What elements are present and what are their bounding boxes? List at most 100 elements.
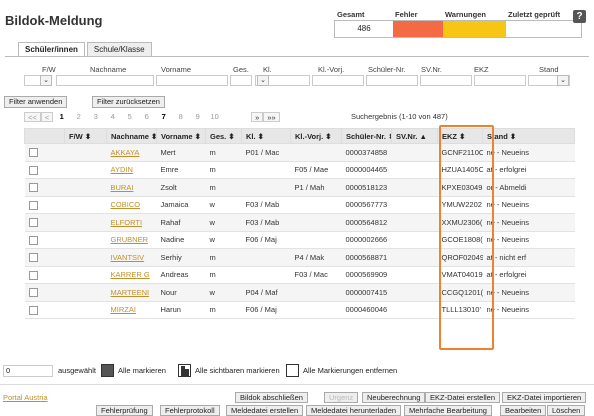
cell-select[interactable] xyxy=(24,161,65,179)
table-row[interactable]: GRUBNER Nadine w F06 / Maj 0000002666 GCOE180… xyxy=(24,231,575,249)
ekz-datei-importieren-button[interactable]: EKZ-Datei importieren xyxy=(502,392,587,403)
row-checkbox[interactable] xyxy=(28,305,38,315)
neuberechnung-button[interactable]: Neuberechnung xyxy=(362,392,426,403)
fehlerpruefung-button[interactable]: Fehlerprüfung xyxy=(96,405,153,416)
ekz-datei-erstellen-button[interactable]: EKZ-Datei erstellen xyxy=(425,392,501,403)
mark-visible-link[interactable]: Alle sichtbaren markieren xyxy=(195,366,280,375)
pager-page-9[interactable]: 9 xyxy=(189,112,206,121)
pager-page-5[interactable]: 5 xyxy=(121,112,138,121)
filter-sv-nr-input[interactable] xyxy=(420,75,472,86)
reset-filter-button[interactable]: Filter zurücksetzen xyxy=(92,96,165,108)
loeschen-button[interactable]: Löschen xyxy=(547,405,586,416)
filter-kl-vorj-input[interactable] xyxy=(312,75,364,86)
pager-last-button[interactable]: »» xyxy=(263,111,280,122)
cell-select[interactable] xyxy=(24,301,65,319)
apply-filter-button[interactable]: Filter anwenden xyxy=(4,96,68,108)
table-row[interactable]: AYDIN Emre m F05 / Mae 0000004465 HZUA1405C at… xyxy=(24,161,575,179)
row-checkbox[interactable] xyxy=(28,165,38,175)
remove-marks-icon[interactable] xyxy=(286,364,299,377)
row-checkbox[interactable] xyxy=(28,183,38,192)
pager-page-1[interactable]: 1 xyxy=(53,112,70,121)
table-row[interactable]: COBICO Jamaica w F03 / Mab 0000567773 YMUW220… xyxy=(24,196,575,214)
col-header-fw[interactable]: F/W ⬍ xyxy=(64,128,107,144)
help-icon[interactable]: ? xyxy=(573,10,586,23)
pager-first-button[interactable]: << xyxy=(24,111,41,122)
filter-ekz-input[interactable] xyxy=(474,75,526,86)
pager-page-2[interactable]: 2 xyxy=(70,112,87,121)
col-header-vorname[interactable]: Vorname ⬍ xyxy=(156,128,206,144)
table-row[interactable]: AKKAYA Mert m P01 / Mac 0000374858 GCNF2110C n… xyxy=(24,143,575,162)
pager-page-10[interactable]: 10 xyxy=(206,112,223,121)
cell-select[interactable] xyxy=(24,248,65,267)
row-checkbox[interactable] xyxy=(28,218,38,227)
fehlerprotokoll-button[interactable]: Fehlerprotokoll xyxy=(160,405,220,416)
pager-page-6[interactable]: 6 xyxy=(138,112,155,121)
student-name-link[interactable]: GRUBNER xyxy=(111,235,149,244)
col-header-kl[interactable]: Kl. ⬍ xyxy=(241,128,291,144)
student-name-link[interactable]: ELFORTI xyxy=(111,218,143,227)
col-header-kl-vorj[interactable]: Kl.-Vorj. ⬍ xyxy=(290,128,342,144)
filter-nachname-input[interactable] xyxy=(56,75,154,86)
col-header-stand[interactable]: Stand ⬍ xyxy=(482,128,575,144)
student-name-link[interactable]: COBICO xyxy=(111,200,141,209)
pager-page-4[interactable]: 4 xyxy=(104,112,121,121)
student-name-link[interactable]: AYDIN xyxy=(111,165,133,174)
pager-page-7[interactable]: 7 xyxy=(155,112,172,121)
mark-all-link[interactable]: Alle markieren xyxy=(118,366,166,375)
cell-select[interactable] xyxy=(24,266,65,284)
table-row[interactable]: ELFORTI Rahaf w F03 / Mab 0000564812 XXMU2306… xyxy=(24,213,575,232)
student-name-link[interactable]: MIRZAI xyxy=(111,305,136,314)
remove-marks-link[interactable]: Alle Markierungen entfernen xyxy=(303,366,397,375)
col-header-nachname[interactable]: Nachname ⬍ xyxy=(106,128,157,144)
cell-select[interactable] xyxy=(24,283,65,302)
table-row[interactable]: MIRZAI Harun m F06 / Maj 0000460046 TLLL13010… xyxy=(24,301,575,319)
col-header-sv-nr[interactable]: SV.Nr. ▲ xyxy=(391,128,438,144)
filter-schueler-nr-input[interactable] xyxy=(366,75,418,86)
student-name-link[interactable]: KARRER G xyxy=(111,270,150,279)
filter-ges-input[interactable] xyxy=(230,75,252,86)
tab-schueler[interactable]: Schüler/innen xyxy=(18,42,85,57)
row-checkbox[interactable] xyxy=(28,148,38,157)
table-row[interactable]: BURAI Zsolt m P1 / Mah 0000518123 KPXE03049 or… xyxy=(24,178,575,197)
tab-schule-klasse[interactable]: Schule/Klasse xyxy=(86,42,152,56)
pager-page-3[interactable]: 3 xyxy=(87,112,104,121)
row-checkbox[interactable] xyxy=(28,270,38,280)
cell-select[interactable] xyxy=(24,231,65,249)
row-checkbox[interactable] xyxy=(28,200,38,210)
cell-kl xyxy=(241,178,291,197)
meldedatei-erstellen-button[interactable]: Meldedatei erstellen xyxy=(226,405,304,416)
filter-vorname-input[interactable] xyxy=(156,75,228,86)
mark-visible-icon[interactable] xyxy=(178,364,191,377)
col-header-schueler-nr[interactable]: Schüler-Nr. ⬍ xyxy=(341,128,392,144)
cell-select[interactable] xyxy=(24,143,65,162)
student-name-link[interactable]: AKKAYA xyxy=(111,148,140,157)
student-name-link[interactable]: IVANTSIV xyxy=(111,253,145,262)
table-row[interactable]: KARRER G Andreas m F03 / Mac 0000569909 VMAT0… xyxy=(24,266,575,284)
filter-fw-dropdown-icon[interactable]: ⌄ xyxy=(40,75,52,86)
bildok-abschliessen-button[interactable]: Bildok abschließen xyxy=(235,392,308,403)
filter-stand-dropdown-icon[interactable]: ⌄ xyxy=(557,75,569,86)
col-header-ekz[interactable]: EKZ ⬍ xyxy=(437,128,483,144)
table-row[interactable]: IVANTSIV Serhiy m P4 / Mak 0000568871 QROF020… xyxy=(24,248,575,267)
student-name-link[interactable]: MARTEENI xyxy=(111,288,150,297)
student-name-link[interactable]: BURAI xyxy=(111,183,134,192)
cell-kl: F06 / Maj xyxy=(241,301,291,319)
row-checkbox[interactable] xyxy=(28,253,38,262)
cell-fw xyxy=(64,213,107,232)
filter-kl-dropdown-icon[interactable]: ⌄ xyxy=(257,75,269,86)
pager-next-button[interactable]: » xyxy=(251,111,264,122)
bearbeiten-button[interactable]: Bearbeiten xyxy=(500,405,547,416)
table-row[interactable]: MARTEENI Nour w P04 / Maf 0000007415 CCGQ1201… xyxy=(24,283,575,302)
row-checkbox[interactable] xyxy=(28,235,38,245)
pager-page-8[interactable]: 8 xyxy=(172,112,189,121)
pager-prev-button[interactable]: < xyxy=(40,111,54,122)
mark-all-icon[interactable] xyxy=(101,364,114,377)
meldedatei-herunterladen-button[interactable]: Meldedatei herunterladen xyxy=(306,405,402,416)
mehrfache-bearbeitung-button[interactable]: Mehrfache Bearbeitung xyxy=(404,405,492,416)
cell-select[interactable] xyxy=(24,196,65,214)
portal-austria-link[interactable]: Portal Austria xyxy=(3,393,48,402)
row-checkbox[interactable] xyxy=(28,288,38,297)
cell-select[interactable] xyxy=(24,178,65,197)
cell-select[interactable] xyxy=(24,213,65,232)
col-header-ges[interactable]: Ges. ⬍ xyxy=(205,128,242,144)
